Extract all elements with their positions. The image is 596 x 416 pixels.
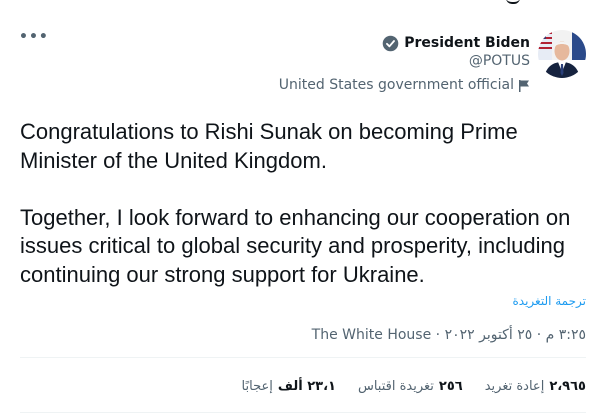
quotes-stat[interactable]: ٢٥٦ تغريدة اقتباس xyxy=(358,379,463,394)
avatar-image xyxy=(538,30,586,78)
retweets-count: ٢،٩٦٥ xyxy=(549,379,586,394)
meta-separator: · xyxy=(435,327,441,343)
author-name[interactable]: President Biden xyxy=(404,35,530,51)
verified-badge-icon xyxy=(382,35,399,52)
tweet-time[interactable]: ٣:٢٥ م xyxy=(546,327,586,343)
more-options-button[interactable]: ••• xyxy=(19,30,49,44)
tweet-text: Congratulations to Rishi Sunak on becomi… xyxy=(20,118,580,290)
engagement-stats: ٢،٩٦٥ إعادة تغريد ٢٥٦ تغريدة اقتباس ٢٣،١… xyxy=(242,379,586,394)
flag-icon xyxy=(518,78,530,92)
retweets-label: إعادة تغريد xyxy=(484,379,545,394)
government-label-text: United States government official xyxy=(278,77,514,93)
tweet-paragraph: Congratulations to Rishi Sunak on becomi… xyxy=(20,119,518,173)
more-icon: ••• xyxy=(19,29,49,45)
tweet-meta: ٣:٢٥ م · ٢٥ أكتوبر ٢٠٢٢ · The White Hous… xyxy=(312,327,586,343)
likes-label: إعجابًا xyxy=(241,379,273,394)
meta-separator: · xyxy=(536,327,542,343)
author-handle[interactable]: @POTUS xyxy=(469,53,530,69)
likes-stat[interactable]: ٢٣،١ ألف إعجابًا xyxy=(242,379,336,394)
retweets-stat[interactable]: ٢،٩٦٥ إعادة تغريد xyxy=(485,379,586,394)
tweet-paragraph: Together, I look forward to enhancing ou… xyxy=(20,204,571,287)
top-edge-glyph xyxy=(506,0,520,4)
quotes-count: ٢٥٦ xyxy=(438,379,463,394)
tweet-source[interactable]: The White House xyxy=(312,327,432,343)
quotes-label: تغريدة اقتباس xyxy=(357,379,434,394)
author-name-row[interactable]: President Biden xyxy=(382,34,530,52)
likes-count: ٢٣،١ ألف xyxy=(277,379,336,394)
government-label[interactable]: United States government official xyxy=(279,77,530,93)
divider xyxy=(20,412,586,413)
translate-tweet-link[interactable]: ترجمة التغريدة xyxy=(512,294,586,308)
divider xyxy=(20,357,586,358)
tweet-date[interactable]: ٢٥ أكتوبر ٢٠٢٢ xyxy=(445,327,533,343)
author-avatar[interactable] xyxy=(538,30,586,78)
